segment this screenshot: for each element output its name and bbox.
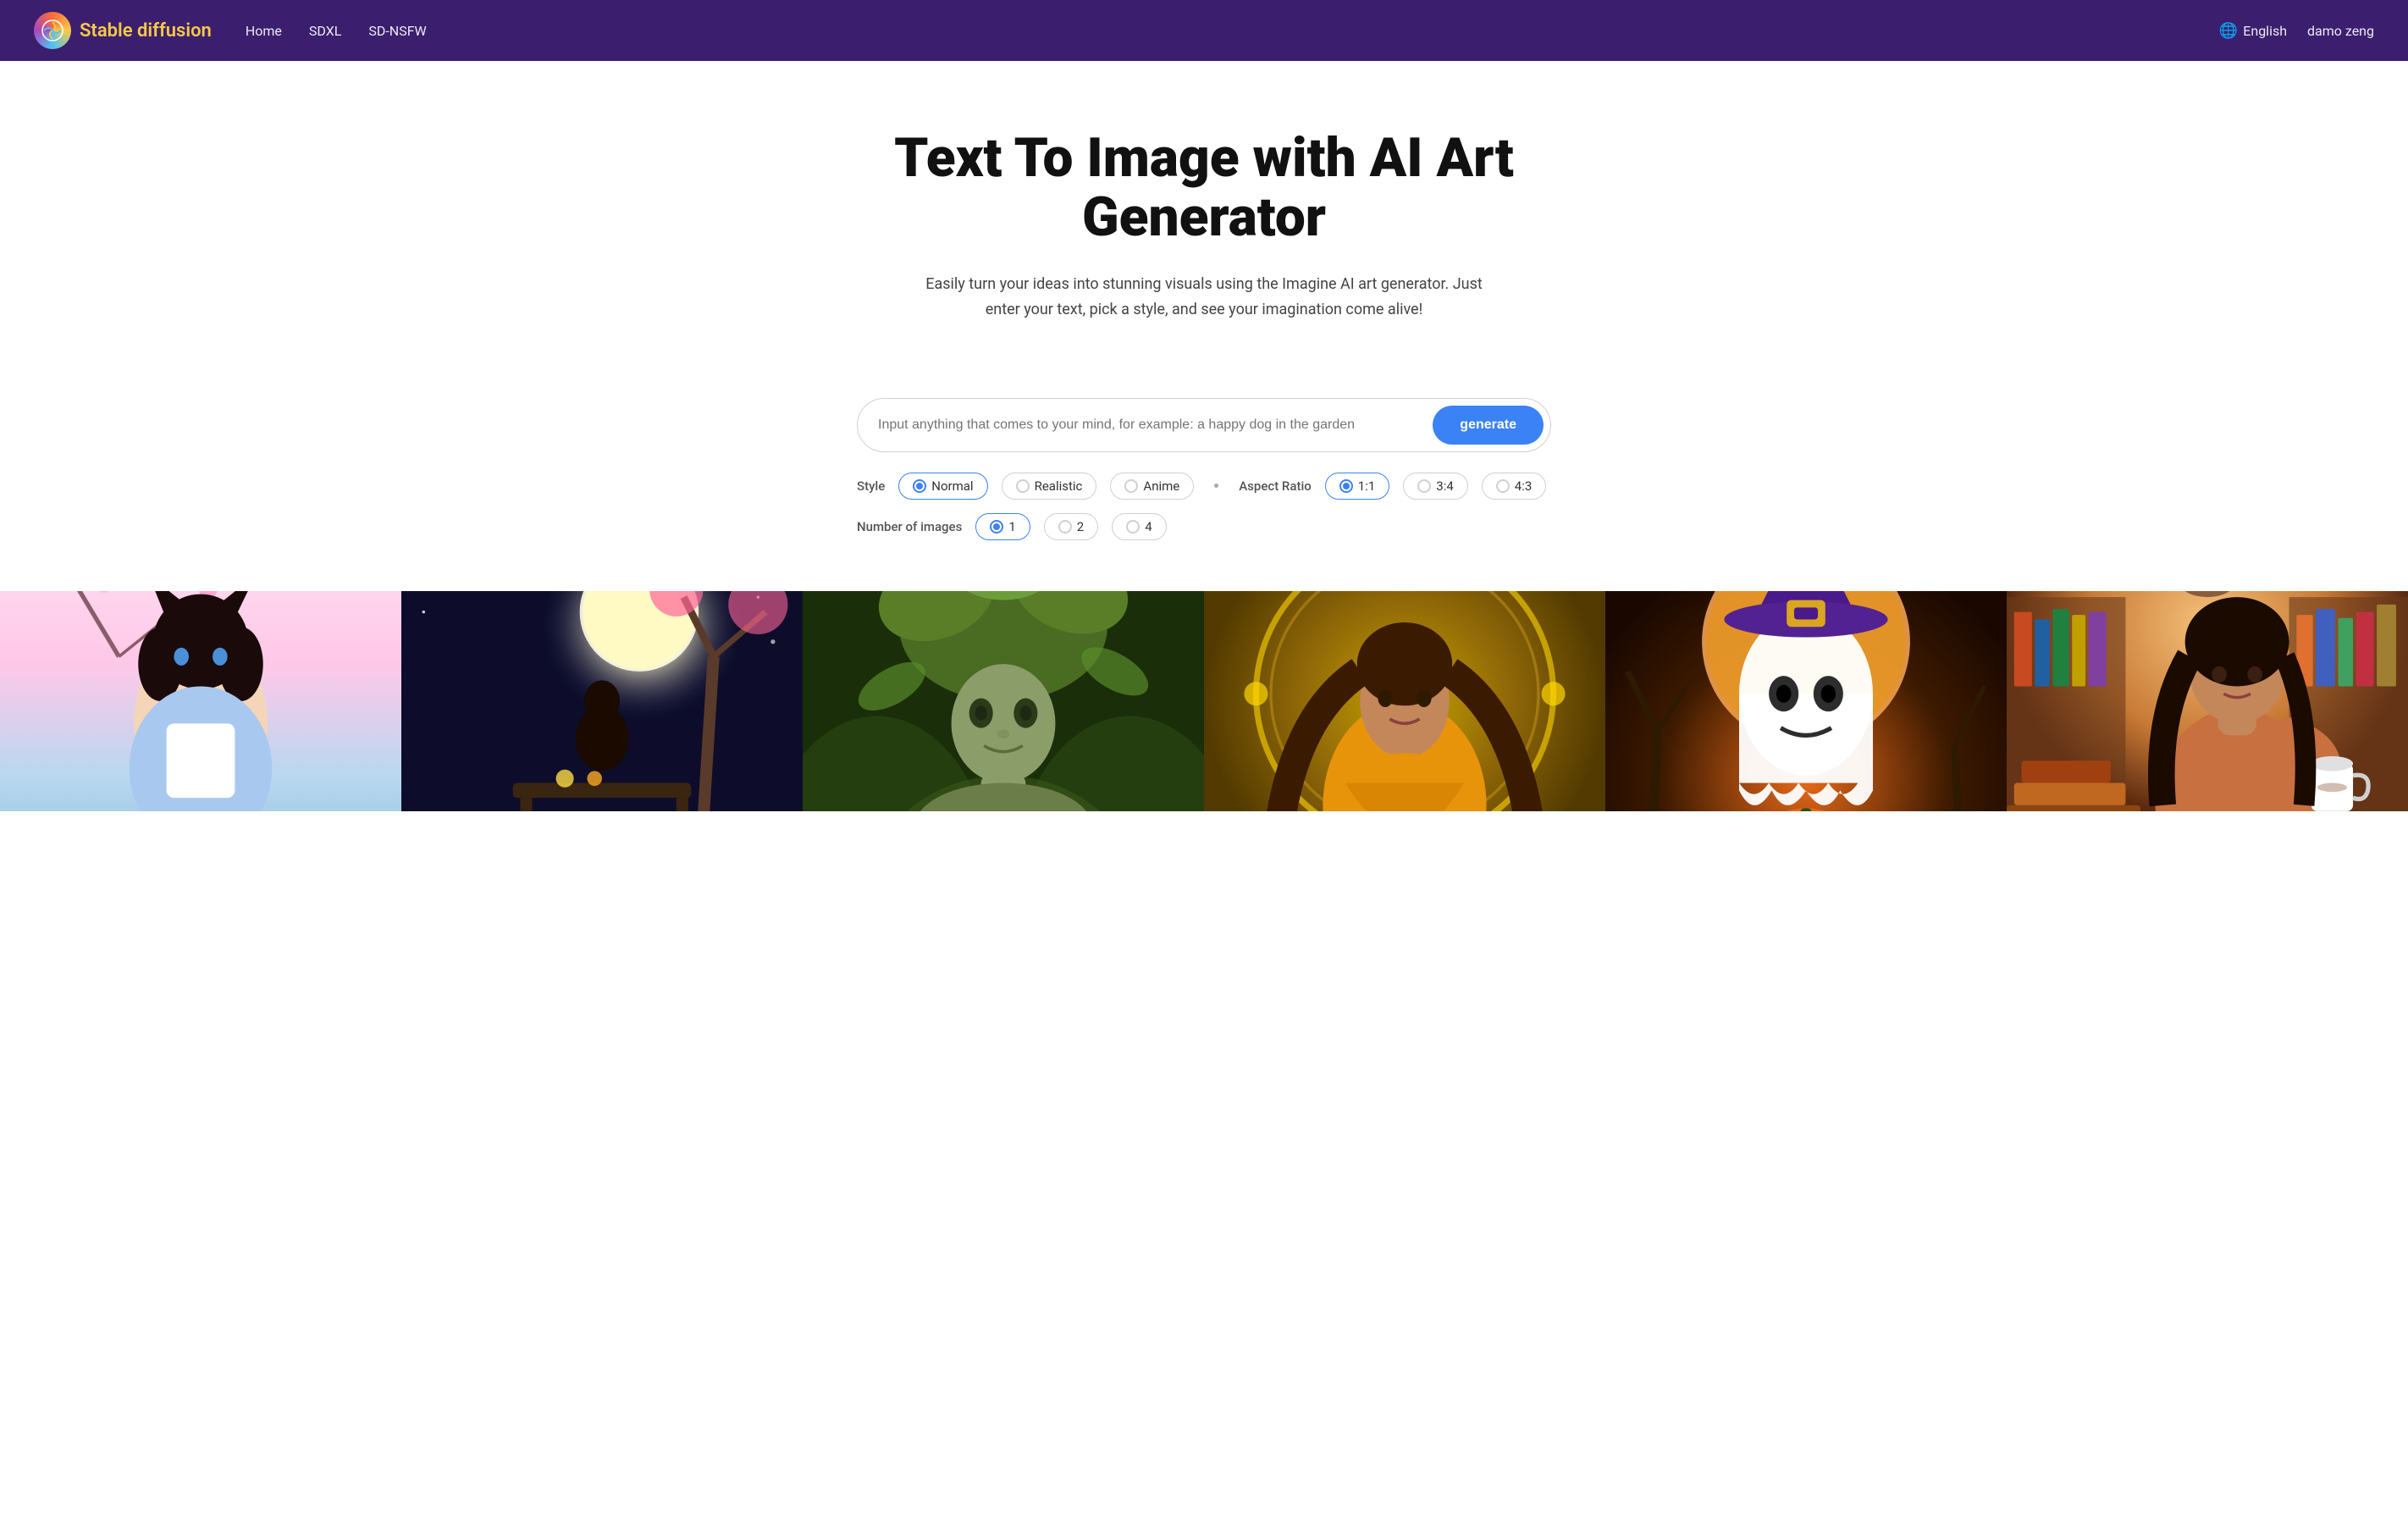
options-divider xyxy=(1214,484,1218,488)
gallery-item-5[interactable] xyxy=(1605,591,2007,811)
gallery-image-5 xyxy=(1605,591,2007,811)
style-anime-radio xyxy=(1124,479,1138,493)
input-section: generate Style Normal Realistic Anime As… xyxy=(823,398,1585,540)
gallery-image-6 xyxy=(2007,591,2408,811)
style-realistic-radio xyxy=(1016,479,1030,493)
nav-links: Home SDXL SD-NSFW xyxy=(246,23,427,39)
gallery-item-4[interactable] xyxy=(1204,591,1605,811)
user-name[interactable]: damo zeng xyxy=(2307,23,2374,39)
logo-area[interactable]: Stable diffusion xyxy=(34,12,212,49)
gallery-item-3[interactable] xyxy=(803,591,1204,811)
ratio-4-3-label: 4:3 xyxy=(1515,478,1533,494)
style-label: Style xyxy=(857,478,885,494)
language-label: English xyxy=(2243,23,2287,39)
navbar-left: Stable diffusion Home SDXL SD-NSFW xyxy=(34,12,427,49)
input-row: generate xyxy=(857,398,1551,452)
nav-nsfw[interactable]: SD-NSFW xyxy=(368,23,426,39)
ratio-4-3-radio xyxy=(1496,479,1510,493)
style-normal-option[interactable]: Normal xyxy=(898,473,987,500)
navbar-right: 🌐 English damo zeng xyxy=(2219,22,2374,40)
prompt-input[interactable] xyxy=(878,417,1433,433)
gallery-item-2[interactable] xyxy=(401,591,803,811)
style-normal-label: Normal xyxy=(931,478,973,494)
globe-icon: 🌐 xyxy=(2219,22,2238,40)
logo-icon xyxy=(34,12,71,49)
num-1-radio xyxy=(990,520,1003,534)
num-images-label: Number of images xyxy=(857,519,962,534)
num-4-option[interactable]: 4 xyxy=(1112,513,1166,540)
language-selector[interactable]: 🌐 English xyxy=(2219,22,2287,40)
ratio-3-4-option[interactable]: 3:4 xyxy=(1403,473,1468,500)
style-anime-label: Anime xyxy=(1143,478,1179,494)
hero-title: Text To Image with AI Art Generator xyxy=(857,129,1551,248)
navbar: Stable diffusion Home SDXL SD-NSFW 🌐 Eng… xyxy=(0,0,2408,61)
logo-diffusion: diffusion xyxy=(137,20,212,41)
ratio-3-4-radio xyxy=(1417,479,1431,493)
num-images-row: Number of images 1 2 4 xyxy=(857,513,1551,540)
style-anime-option[interactable]: Anime xyxy=(1110,473,1194,500)
gallery-image-2 xyxy=(401,591,803,811)
style-realistic-label: Realistic xyxy=(1035,478,1083,494)
nav-home[interactable]: Home xyxy=(246,23,282,39)
num-1-option[interactable]: 1 xyxy=(975,513,1030,540)
gallery xyxy=(0,591,2408,811)
num-4-radio xyxy=(1126,520,1140,534)
hero-section: Text To Image with AI Art Generator Easi… xyxy=(823,61,1585,398)
ratio-4-3-option[interactable]: 4:3 xyxy=(1482,473,1547,500)
style-realistic-option[interactable]: Realistic xyxy=(1002,473,1097,500)
nav-sdxl[interactable]: SDXL xyxy=(309,23,341,39)
logo-text: Stable diffusion xyxy=(80,20,212,41)
gallery-image-1 xyxy=(0,591,401,811)
style-normal-radio xyxy=(913,479,926,493)
num-2-radio xyxy=(1058,520,1072,534)
gallery-image-4 xyxy=(1204,591,1605,811)
ratio-1-1-radio xyxy=(1339,479,1353,493)
ratio-1-1-option[interactable]: 1:1 xyxy=(1325,473,1390,500)
num-4-label: 4 xyxy=(1145,519,1152,534)
style-options-row: Style Normal Realistic Anime Aspect Rati… xyxy=(857,473,1551,500)
ratio-3-4-label: 3:4 xyxy=(1436,478,1454,494)
gallery-image-3 xyxy=(803,591,1204,811)
hero-subtitle: Easily turn your ideas into stunning vis… xyxy=(908,272,1500,323)
generate-button[interactable]: generate xyxy=(1433,406,1544,445)
aspect-ratio-label: Aspect Ratio xyxy=(1239,478,1312,494)
num-2-option[interactable]: 2 xyxy=(1044,513,1098,540)
num-1-label: 1 xyxy=(1008,519,1015,534)
logo-stable: Stable xyxy=(80,20,137,41)
ratio-1-1-label: 1:1 xyxy=(1358,478,1376,494)
gallery-item-1[interactable] xyxy=(0,591,401,811)
num-2-label: 2 xyxy=(1077,519,1084,534)
gallery-item-6[interactable] xyxy=(2007,591,2408,811)
